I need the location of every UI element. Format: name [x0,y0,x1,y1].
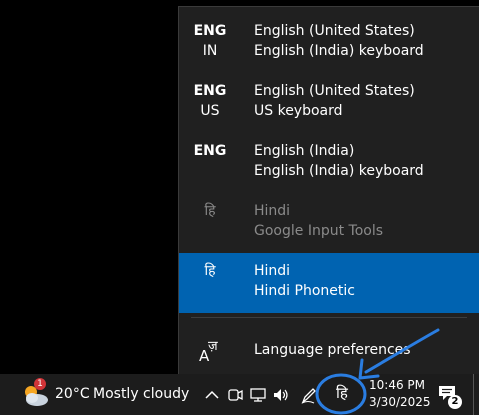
chevron-up-icon[interactable] [203,385,221,405]
language-code: हि [204,263,216,279]
weather-widget[interactable]: 1 20°C Mostly cloudy [18,378,218,412]
language-text: English (United States) English (India) … [254,21,424,61]
language-text: English (United States) US keyboard [254,81,415,121]
notification-count: 2 [448,395,462,409]
keyboard-name: English (India) keyboard [254,43,424,59]
language-flyout: ENG IN English (United States) English (… [178,6,479,374]
volume-icon[interactable] [272,385,290,405]
pen-icon[interactable] [300,385,318,405]
language-item-hindi-phonetic[interactable]: हि Hindi Hindi Phonetic [179,253,479,313]
language-preferences-link[interactable]: A ज़ Language preferences [179,325,479,375]
clock-date[interactable]: 3/30/2025 [369,395,431,409]
language-text: Hindi Hindi Phonetic [254,261,355,301]
clock-time[interactable]: 10:46 PM [369,378,425,392]
language-name: English (India) [254,143,355,159]
keyboard-name: English (India) keyboard [254,163,424,179]
keyboard-name: Google Input Tools [254,223,384,239]
language-item-eng-in[interactable]: ENG IN English (United States) English (… [179,13,479,73]
network-icon[interactable] [249,385,267,405]
action-center-button[interactable]: 2 [436,383,464,409]
language-item-eng-india[interactable]: ENG English (India) English (India) keyb… [179,133,479,193]
weather-condition: Mostly cloudy [93,386,190,402]
weather-temperature: 20°C [55,386,90,402]
keyboard-name: US keyboard [254,103,343,119]
language-name: English (United States) [254,23,415,39]
taskbar: 1 20°C Mostly cloudy हि 10:46 PM 3/30/20… [0,374,479,415]
language-name: English (United States) [254,83,415,99]
language-item-eng-us[interactable]: ENG US English (United States) US keyboa… [179,73,479,133]
language-code: ENG US [193,83,227,119]
language-name: Hindi [254,263,291,279]
show-desktop-button[interactable] [473,374,479,415]
language-code: ENG [193,143,227,159]
weather-badge: 1 [34,378,46,390]
language-name: Hindi [254,203,291,219]
language-item-hindi-google[interactable]: हि Hindi Google Input Tools [179,193,479,253]
language-text: English (India) English (India) keyboard [254,141,424,181]
language-code: हि [204,203,216,219]
flyout-divider [191,317,467,318]
language-preferences-label: Language preferences [254,342,411,358]
language-code: ENG IN [193,23,227,59]
input-indicator[interactable]: हि [336,383,348,403]
language-settings-icon: A ज़ [199,339,218,363]
keyboard-name: Hindi Phonetic [254,283,355,299]
meet-now-icon[interactable] [226,385,244,405]
language-text: Hindi Google Input Tools [254,201,383,241]
svg-text:ज़: ज़ [208,339,218,354]
